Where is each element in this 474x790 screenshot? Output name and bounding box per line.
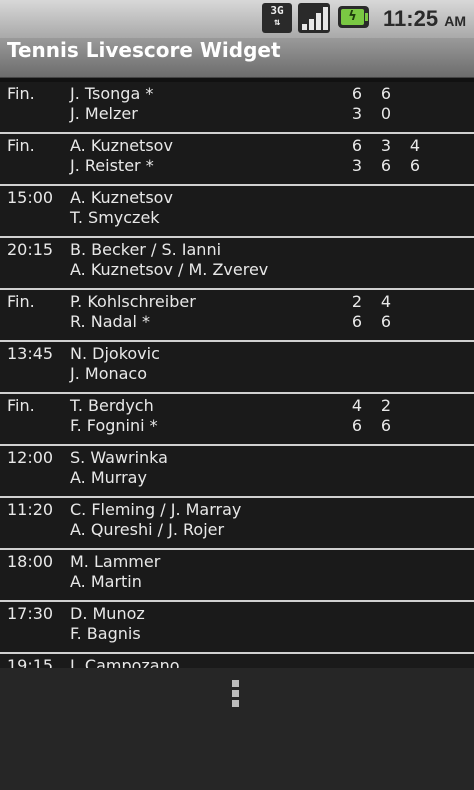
battery-charging-icon: ϟ (338, 6, 369, 28)
player-two: T. Smyczek (70, 208, 160, 227)
set-score: 6 (351, 136, 363, 155)
clock-time: 11:25 (383, 6, 439, 31)
match-row[interactable]: 12:00 S. Wawrinka A. Murray (0, 446, 474, 498)
match-time: 20:15 (7, 240, 54, 259)
player-one: J. Tsonga * (70, 84, 154, 103)
player-one: D. Munoz (70, 604, 145, 623)
set-score: 0 (380, 104, 392, 123)
match-row[interactable]: 15:00 A. Kuznetsov T. Smyczek (0, 186, 474, 238)
player-two: R. Nadal * (70, 312, 150, 331)
set-score: 4 (380, 292, 392, 311)
set-score: 3 (351, 156, 363, 175)
player-two: A. Kuznetsov / M. Zverev (70, 260, 269, 279)
player-two: J. Melzer (70, 104, 138, 123)
match-row[interactable]: 11:20 C. Fleming / J. Marray A. Qureshi / … (0, 498, 474, 550)
player-two: A. Murray (70, 468, 147, 487)
player-one: N. Djokovic (70, 344, 160, 363)
player-one: T. Berdych (70, 396, 154, 415)
match-list[interactable]: Fin. J. Tsonga * J. Melzer 6 6 3 0 Fin. A. Kuzne… (0, 82, 474, 668)
match-row[interactable]: Fin. A. Kuznetsov J. Reister * 6 3 4 3 6 6 (0, 134, 474, 186)
set-score: 4 (409, 136, 421, 155)
set-score: 2 (351, 292, 363, 311)
player-two: J. Monaco (70, 364, 148, 383)
player-one: C. Fleming / J. Marray (70, 500, 242, 519)
set-score: 6 (380, 84, 392, 103)
bottom-bar (0, 668, 474, 790)
status-bar: 3G ⇅ ϟ 11:25 AM (0, 0, 474, 38)
set-score: 3 (351, 104, 363, 123)
set-score: 3 (380, 136, 392, 155)
set-score: 6 (380, 156, 392, 175)
player-one: S. Wawrinka (70, 448, 168, 467)
player-two: A. Martin (70, 572, 142, 591)
set-score: 4 (351, 396, 363, 415)
set-score: 6 (351, 416, 363, 435)
match-time: 13:45 (7, 344, 54, 363)
match-row[interactable]: Fin. J. Tsonga * J. Melzer 6 6 3 0 (0, 82, 474, 134)
player-two: J. Reister * (70, 156, 154, 175)
set-score: 6 (409, 156, 421, 175)
clock: 11:25 AM (383, 3, 466, 37)
title-bar: Tennis Livescore Widget (0, 38, 474, 78)
match-time: Fin. (7, 396, 35, 415)
match-row[interactable]: 19:15J. CampozanoA. Gonzalez (0, 654, 474, 668)
player-two: F. Fognini * (70, 416, 158, 435)
match-time: Fin. (7, 136, 35, 155)
set-score: 6 (380, 312, 392, 331)
player-two: A. Qureshi / J. Rojer (70, 520, 225, 539)
player-one: A. Kuznetsov (70, 136, 173, 155)
match-row[interactable]: 20:15 B. Becker / S. Ianni A. Kuznetsov / … (0, 238, 474, 290)
set-score: 6 (351, 84, 363, 103)
overflow-menu-icon[interactable] (232, 680, 240, 710)
match-time: 19:15 (7, 656, 54, 668)
match-row[interactable]: 17:30 D. Munoz F. Bagnis (0, 602, 474, 654)
match-time: Fin. (7, 84, 35, 103)
clock-ampm: AM (444, 13, 466, 29)
match-time: Fin. (7, 292, 35, 311)
player-one: A. Kuznetsov (70, 188, 173, 207)
match-row[interactable]: 18:00 M. Lammer A. Martin (0, 550, 474, 602)
signal-icon (298, 3, 330, 33)
match-time: 15:00 (7, 188, 54, 207)
player-one: J. Campozano (70, 656, 180, 668)
set-score: 6 (351, 312, 363, 331)
app-title: Tennis Livescore Widget (7, 38, 281, 62)
player-two: F. Bagnis (70, 624, 141, 643)
match-time: 11:20 (7, 500, 54, 519)
3g-icon: 3G ⇅ (262, 3, 292, 33)
set-score: 6 (380, 416, 392, 435)
player-one: P. Kohlschreiber (70, 292, 196, 311)
match-row[interactable]: Fin. T. Berdych F. Fognini * 4 2 6 6 (0, 394, 474, 446)
match-row[interactable]: Fin. P. Kohlschreiber R. Nadal * 2 4 6 6 (0, 290, 474, 342)
player-one: B. Becker / S. Ianni (70, 240, 222, 259)
set-score: 2 (380, 396, 392, 415)
match-time: 18:00 (7, 552, 54, 571)
match-time: 12:00 (7, 448, 54, 467)
match-time: 17:30 (7, 604, 54, 623)
match-row[interactable]: 13:45 N. Djokovic J. Monaco (0, 342, 474, 394)
player-one: M. Lammer (70, 552, 161, 571)
